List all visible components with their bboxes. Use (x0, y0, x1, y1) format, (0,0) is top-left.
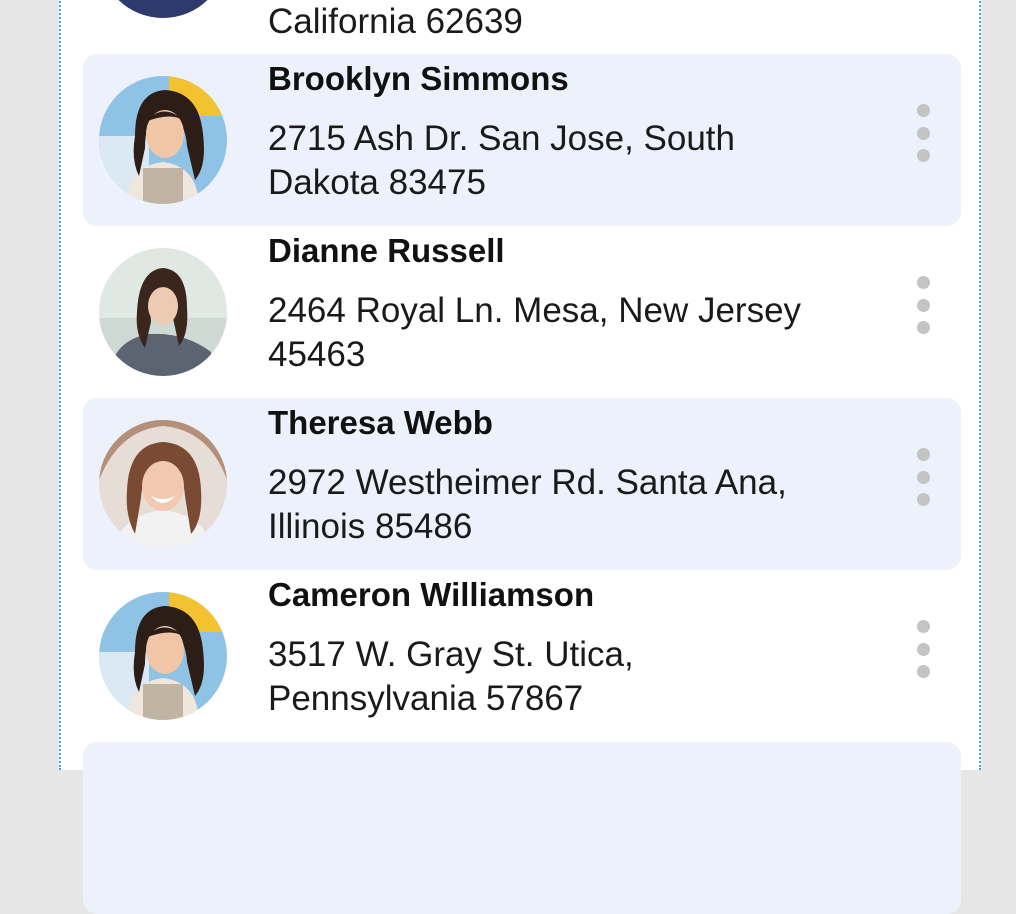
menu-dot (916, 642, 930, 656)
avatar (99, 592, 227, 720)
contact-address: California 62639 (268, 2, 523, 41)
menu-dot (916, 149, 930, 162)
contact-name: Cameron Williamson (268, 576, 595, 613)
avatar (99, 420, 227, 548)
avatar (99, 76, 227, 204)
contact-address: 2715 Ash Dr. San Jose, South Dakota 8347… (268, 119, 735, 202)
avatar-photo-icon (99, 592, 227, 720)
menu-dot (916, 321, 930, 334)
menu-dot (916, 104, 930, 117)
contact-address: 3517 W. Gray St. Utica, Pennsylvania 578… (268, 635, 634, 718)
avatar-photo-icon (99, 76, 227, 204)
avatar-photo-icon (99, 0, 227, 18)
menu-dot (916, 493, 930, 506)
more-vertical-icon[interactable] (915, 620, 931, 678)
contact-list-frame: California 62639 Brooklyn Simmons 2715 A… (59, 0, 981, 914)
menu-dot (916, 276, 930, 289)
contact-item[interactable]: Theresa Webb 2972 Westheimer Rd. Santa A… (83, 398, 961, 570)
more-vertical-icon[interactable] (915, 104, 931, 162)
contact-item[interactable]: Dianne Russell 2464 Royal Ln. Mesa, New … (83, 226, 961, 398)
contact-name: Theresa Webb (268, 404, 493, 441)
contact-name: Brooklyn Simmons (268, 60, 569, 97)
contact-item[interactable] (83, 742, 961, 914)
contact-address: 2464 Royal Ln. Mesa, New Jersey 45463 (268, 291, 802, 374)
avatar (99, 0, 227, 18)
contact-name: Dianne Russell (268, 232, 505, 269)
menu-dot (916, 448, 930, 461)
menu-dot (916, 470, 930, 484)
menu-dot (916, 298, 930, 312)
contact-item[interactable]: California 62639 (83, 0, 961, 42)
avatar-photo-icon (99, 248, 227, 376)
menu-dot (916, 665, 930, 678)
menu-dot (916, 620, 930, 633)
contact-item[interactable]: Cameron Williamson 3517 W. Gray St. Utic… (83, 570, 961, 742)
contact-address: 2972 Westheimer Rd. Santa Ana, Illinois … (268, 463, 787, 546)
more-vertical-icon[interactable] (915, 276, 931, 334)
avatar (99, 248, 227, 376)
avatar-photo-icon (99, 420, 227, 548)
more-vertical-icon[interactable] (915, 448, 931, 506)
menu-dot (916, 126, 930, 140)
contact-item[interactable]: Brooklyn Simmons 2715 Ash Dr. San Jose, … (83, 54, 961, 226)
